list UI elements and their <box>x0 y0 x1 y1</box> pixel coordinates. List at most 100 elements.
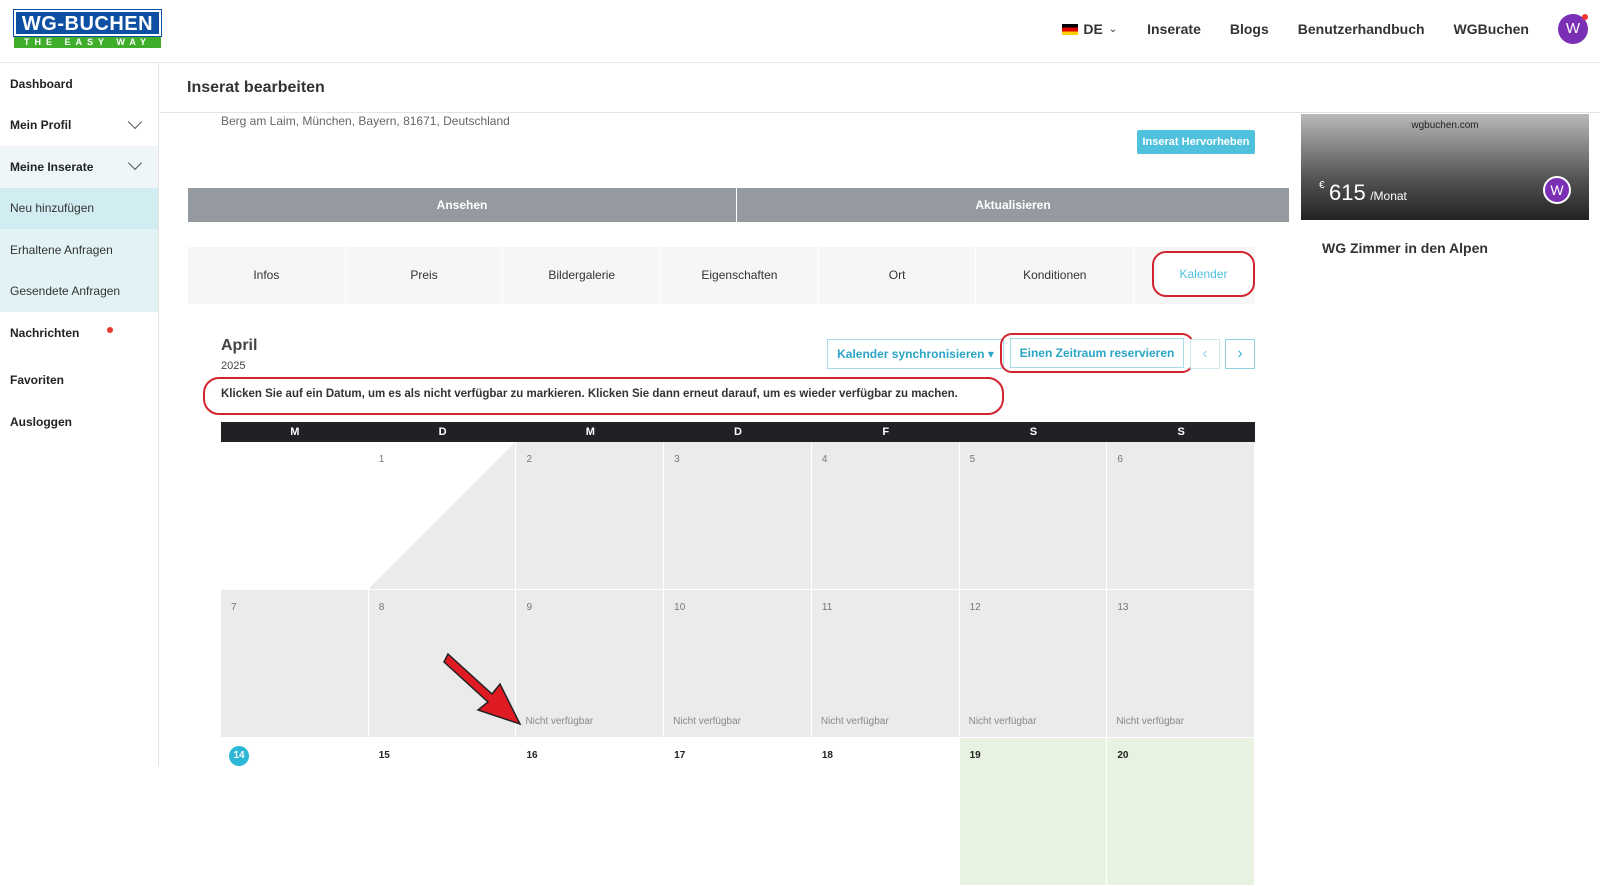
view-button[interactable]: Ansehen <box>188 188 737 222</box>
calendar-day[interactable]: 16 <box>516 738 665 886</box>
today-badge: 14 <box>229 746 249 766</box>
day-number: 4 <box>821 454 828 465</box>
content-header: Inserat bearbeiten <box>160 63 1600 113</box>
calendar-day[interactable]: 3 <box>664 442 812 590</box>
calendar-month: April <box>221 337 258 354</box>
nav-blogs[interactable]: Blogs <box>1230 21 1269 37</box>
chevron-down-icon <box>127 114 143 129</box>
sidebar-item-favoriten[interactable]: Favoriten <box>0 360 158 402</box>
calendar-day[interactable]: 17 <box>664 738 812 886</box>
calendar-year: 2025 <box>221 360 246 372</box>
sidebar-item-label: Favoriten <box>10 373 65 388</box>
sidebar-item-label: Nachrichten <box>10 325 80 340</box>
day-number: 8 <box>378 602 385 613</box>
calendar-day[interactable]: 20 <box>1107 738 1256 886</box>
sidebar-item-gesendete-anfragen[interactable]: Gesendete Anfragen <box>0 270 158 312</box>
calendar-week: 14 15 16 17 18 19 20 <box>221 738 1256 886</box>
tab-kalender[interactable]: Kalender <box>1152 251 1255 297</box>
annotation-arrow-icon <box>443 652 522 726</box>
page-title: Inserat bearbeiten <box>187 79 325 96</box>
language-selector[interactable]: DE ⌄ <box>1062 21 1117 37</box>
reserve-period-button[interactable]: Einen Zeitraum reservieren <box>1010 338 1184 368</box>
sidebar-item-dashboard[interactable]: Dashboard <box>0 63 158 105</box>
calendar-day-today[interactable]: 14 <box>221 738 369 886</box>
owner-avatar: W <box>1543 176 1571 204</box>
day-number: 5 <box>969 454 976 465</box>
calendar-hint: Klicken Sie auf ein Datum, um es als nic… <box>221 388 958 400</box>
chevron-down-icon: ⌄ <box>1108 23 1118 35</box>
sync-calendar-button[interactable]: Kalender synchronisieren ▾ <box>827 339 1004 369</box>
tab-infos[interactable]: Infos <box>188 247 346 304</box>
tab-ort[interactable]: Ort <box>819 247 977 304</box>
german-flag-icon <box>1062 23 1079 35</box>
calendar-grid: M D M D F S S 1 2 3 4 5 6 7 8 9 Nicht ver… <box>221 422 1256 886</box>
chevron-down-icon <box>127 155 143 171</box>
language-label: DE <box>1083 21 1103 37</box>
weekday-label: D <box>438 426 447 438</box>
action-bar: Ansehen Aktualisieren <box>188 188 1289 222</box>
weekday-header: M D M D F S S <box>221 422 1255 442</box>
calendar-day[interactable]: 2 <box>516 442 665 590</box>
weekday-label: M <box>585 426 595 438</box>
calendar-day[interactable]: 18 <box>811 738 960 886</box>
nav-inserate[interactable]: Inserate <box>1147 21 1201 37</box>
tab-eigenschaften[interactable]: Eigenschaften <box>661 247 819 304</box>
update-button[interactable]: Aktualisieren <box>737 188 1289 222</box>
listing-title[interactable]: WG Zimmer in den Alpen <box>1322 240 1488 256</box>
calendar-day[interactable]: 11 Nicht verfügbar <box>811 590 960 738</box>
top-bar: WG-BUCHEN THE EASY WAY DE ⌄ Inserate Blo… <box>0 0 1600 63</box>
listing-address: Berg am Laim, München, Bayern, 81671, De… <box>221 114 510 128</box>
preview-price: € 615 /Monat <box>1319 180 1407 206</box>
user-avatar[interactable]: W <box>1558 14 1588 44</box>
nav-wgbuchen[interactable]: WGBuchen <box>1454 21 1529 37</box>
calendar-day[interactable]: 13 Nicht verfügbar <box>1107 590 1256 738</box>
wg-buchen-logo[interactable]: WG-BUCHEN THE EASY WAY <box>13 9 162 49</box>
sidebar: Dashboard Mein Profil Meine Inserate Neu… <box>0 63 159 766</box>
day-number: 16 <box>526 750 538 761</box>
highlight-listing-button[interactable]: Inserat Hervorheben <box>1137 130 1255 154</box>
next-month-button[interactable]: › <box>1225 339 1255 369</box>
sidebar-item-neu-hinzufuegen[interactable]: Neu hinzufügen <box>0 187 158 229</box>
day-number: 17 <box>674 750 686 761</box>
calendar-day[interactable]: 4 <box>811 442 960 590</box>
day-number: 19 <box>969 750 981 761</box>
listing-preview-card[interactable]: wgbuchen.com € 615 /Monat W <box>1301 114 1589 220</box>
day-number: 18 <box>821 750 833 761</box>
calendar-day[interactable]: 10 Nicht verfügbar <box>664 590 812 738</box>
calendar-day[interactable]: 19 <box>959 738 1108 886</box>
sidebar-item-erhaltene-anfragen[interactable]: Erhaltene Anfragen <box>0 229 158 271</box>
unavailable-label: Nicht verfügbar <box>820 716 889 727</box>
calendar-day[interactable]: 6 <box>1107 442 1256 590</box>
unread-dot <box>107 326 114 333</box>
calendar-day[interactable]: 15 <box>368 738 517 886</box>
logo-tagline: THE EASY WAY <box>14 36 161 48</box>
calendar-day[interactable]: 1 <box>368 442 517 590</box>
currency-symbol: € <box>1319 180 1325 191</box>
unavailable-label: Nicht verfügbar <box>968 716 1037 727</box>
prev-month-button[interactable]: ‹ <box>1190 339 1220 369</box>
calendar-day[interactable]: 7 <box>221 590 369 738</box>
calendar-day[interactable]: 5 <box>959 442 1108 590</box>
unavailable-label: Nicht verfügbar <box>673 716 741 727</box>
calendar-week: 1 2 3 4 5 6 <box>221 442 1256 590</box>
sidebar-item-mein-profil[interactable]: Mein Profil <box>0 105 158 147</box>
tab-preis[interactable]: Preis <box>346 247 504 304</box>
price-period: /Monat <box>1370 189 1407 203</box>
tab-bildergalerie[interactable]: Bildergalerie <box>503 247 662 304</box>
tab-konditionen[interactable]: Konditionen <box>976 247 1135 304</box>
day-number: 13 <box>1117 602 1129 613</box>
calendar-week: 7 8 9 Nicht verfügbar 10 Nicht verfügbar 1… <box>221 590 1256 738</box>
day-number: 9 <box>526 602 532 613</box>
nav-benutzerhandbuch[interactable]: Benutzerhandbuch <box>1298 21 1425 37</box>
unavailable-label: Nicht verfügbar <box>1116 716 1185 727</box>
top-nav: DE ⌄ Inserate Blogs Benutzerhandbuch WGB… <box>1062 0 1600 58</box>
day-number: 12 <box>969 602 981 613</box>
price-amount: 615 <box>1329 180 1366 205</box>
sidebar-item-meine-inserate[interactable]: Meine Inserate <box>0 146 158 188</box>
sidebar-item-nachrichten[interactable]: Nachrichten <box>0 312 158 354</box>
sidebar-item-ausloggen[interactable]: Ausloggen <box>0 401 158 443</box>
sidebar-item-label: Meine Inserate <box>10 159 94 174</box>
calendar-day[interactable]: 12 Nicht verfügbar <box>959 590 1108 738</box>
weekday-label: S <box>1177 426 1185 438</box>
day-number: 3 <box>674 454 680 465</box>
